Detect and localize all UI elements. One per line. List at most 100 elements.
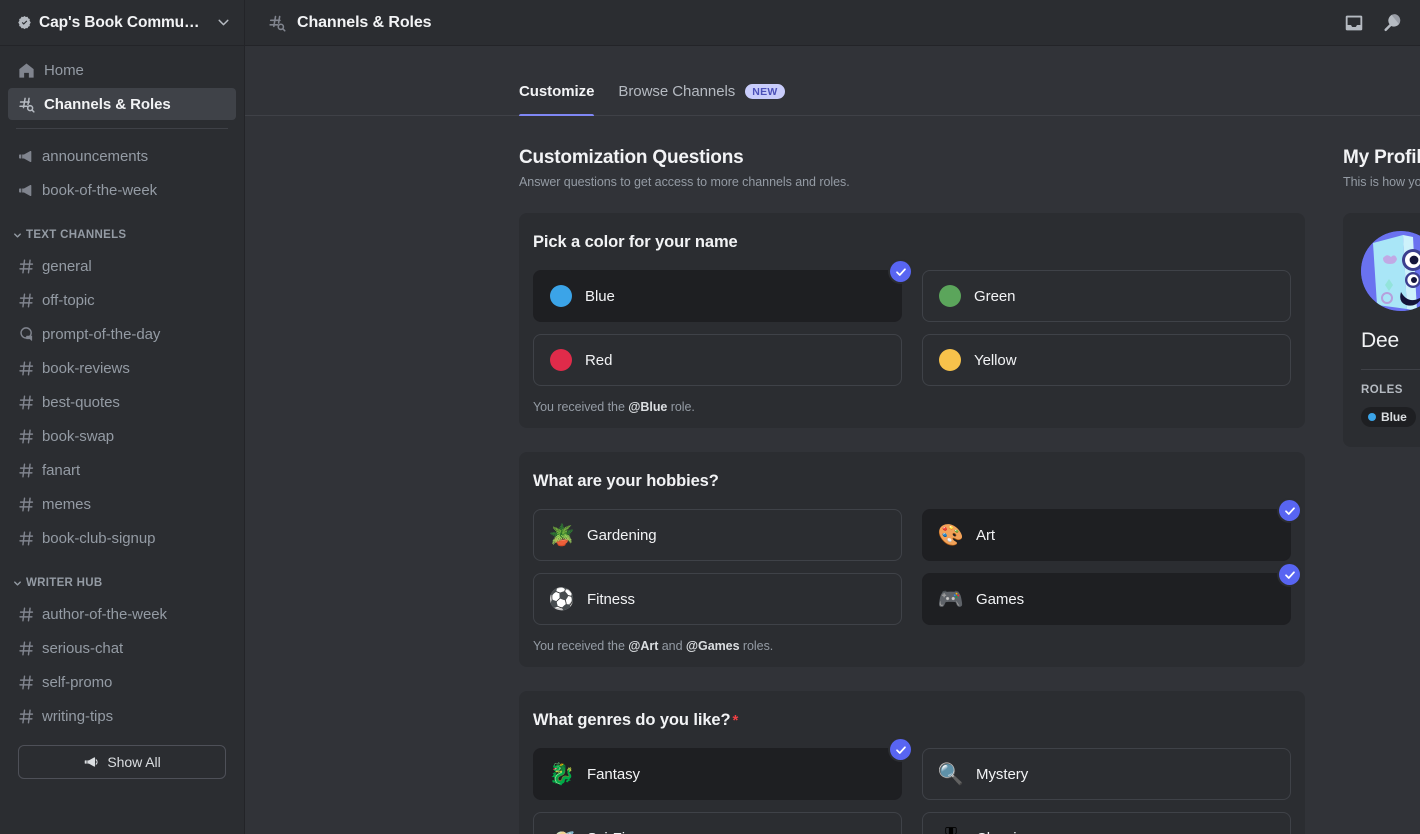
sidebar-item-label: Home xyxy=(44,61,84,79)
profile-card: Dee ROLES Blue Art xyxy=(1343,213,1420,447)
option-yellow[interactable]: Yellow xyxy=(922,334,1291,386)
option-red[interactable]: Red xyxy=(533,334,902,386)
top-bar: Cap's Book Community Channels & Roles xyxy=(0,0,1420,46)
sidebar-channel-book-club-signup[interactable]: book-club-signup xyxy=(8,521,236,555)
hash-icon xyxy=(16,638,36,658)
channel-label: best-quotes xyxy=(42,393,120,411)
inbox-icon[interactable] xyxy=(1343,12,1365,34)
question-title-text: What are your hobbies? xyxy=(533,472,719,490)
option-blue[interactable]: Blue xyxy=(533,261,911,322)
sidebar-item-home[interactable]: Home xyxy=(8,54,236,86)
help-magnifier-icon[interactable] xyxy=(1381,11,1404,34)
sidebar-channel-self-promo[interactable]: self-promo xyxy=(8,665,236,699)
hash-icon xyxy=(16,290,36,310)
hash-icon xyxy=(16,672,36,692)
top-bar-actions xyxy=(1343,11,1404,34)
sidebar-channel-author-of-the-week[interactable]: author-of-the-week xyxy=(8,597,236,631)
sidebar-channel-memes[interactable]: memes xyxy=(8,487,236,521)
channel-label: serious-chat xyxy=(42,639,124,657)
sidebar-item-channels-and-roles[interactable]: Channels & Roles xyxy=(8,88,236,120)
option-label: Sci-Fi xyxy=(587,830,625,834)
channels-and-roles-icon xyxy=(16,94,36,114)
main-panel: Customize Browse Channels NEW Customizat… xyxy=(245,46,1420,834)
channel-label: book-swap xyxy=(42,427,115,445)
category-header-writer-hub[interactable]: WRITER HUB xyxy=(8,569,236,597)
check-icon xyxy=(890,739,911,760)
role-note-prefix: You received the xyxy=(533,400,629,414)
role-note: You received the @Blue role. xyxy=(533,400,1291,414)
channel-label: fanart xyxy=(42,461,81,479)
sidebar-channel-book-swap[interactable]: book-swap xyxy=(8,419,236,453)
channel-label: announcements xyxy=(42,147,149,165)
option-label: Blue xyxy=(585,287,615,305)
channel-label: memes xyxy=(42,495,91,513)
sidebar-scroll-area[interactable]: Home Channels & Roles announcements book… xyxy=(0,54,244,834)
question-title-text: What genres do you like? xyxy=(533,711,731,729)
sidebar-channel-writing-tips[interactable]: writing-tips xyxy=(8,699,236,733)
color-swatch-yellow xyxy=(939,349,961,371)
sidebar-channel-off-topic[interactable]: off-topic xyxy=(8,283,236,317)
server-name: Cap's Book Community xyxy=(39,13,208,31)
sidebar-item-label: Channels & Roles xyxy=(44,95,171,113)
option-label: Yellow xyxy=(974,351,1017,369)
tab-label: Browse Channels xyxy=(618,83,736,100)
sidebar-channel-best-quotes[interactable]: best-quotes xyxy=(8,385,236,419)
option-label: Fantasy xyxy=(587,765,641,783)
hash-icon xyxy=(16,706,36,726)
sidebar-channel-serious-chat[interactable]: serious-chat xyxy=(8,631,236,665)
option-art[interactable]: 🎨 Art xyxy=(922,500,1300,561)
avatar xyxy=(1361,231,1420,311)
role-chip-list: Blue Art Games xyxy=(1361,407,1420,427)
tab-label: Customize xyxy=(519,83,595,100)
option-mystery[interactable]: 🔍 Mystery xyxy=(922,748,1291,800)
sidebar-channel-book-of-the-week[interactable]: book-of-the-week xyxy=(8,173,236,207)
option-classics[interactable]: 🎖 Classics xyxy=(922,812,1291,834)
sidebar-channel-book-reviews[interactable]: book-reviews xyxy=(8,351,236,385)
tab-browse-channels[interactable]: Browse Channels NEW xyxy=(618,83,785,115)
check-icon xyxy=(890,261,911,282)
sidebar-channel-general[interactable]: general xyxy=(8,249,236,283)
option-fantasy[interactable]: 🐉 Fantasy xyxy=(533,739,911,800)
channel-label: writing-tips xyxy=(42,707,114,725)
role-mention: @Art xyxy=(628,639,659,653)
profile-column: My Profile This is how you'll look to ot… xyxy=(1343,147,1420,834)
server-header[interactable]: Cap's Book Community xyxy=(0,0,245,45)
question-title-text: Pick a color for your name xyxy=(533,233,738,251)
show-all-label: Show All xyxy=(107,754,161,770)
sidebar-channel-prompt-of-the-day[interactable]: prompt-of-the-day xyxy=(8,317,236,351)
role-mention: @Games xyxy=(685,639,740,653)
hash-icon xyxy=(16,392,36,412)
option-label: Classics xyxy=(976,830,1032,834)
category-header-text-channels[interactable]: TEXT CHANNELS xyxy=(8,221,236,249)
home-icon xyxy=(16,60,36,80)
option-label: Green xyxy=(974,287,1016,305)
channel-label: author-of-the-week xyxy=(42,605,167,623)
megaphone-icon xyxy=(16,146,36,166)
tab-customize[interactable]: Customize xyxy=(519,83,595,116)
role-chip-label: Blue xyxy=(1381,410,1407,424)
option-gardening[interactable]: 🪴 Gardening xyxy=(533,509,902,561)
sidebar-channel-announcements[interactable]: announcements xyxy=(8,139,236,173)
potted-plant-icon: 🪴 xyxy=(548,523,576,547)
chevron-down-icon[interactable] xyxy=(215,14,232,31)
forum-icon xyxy=(16,324,36,344)
hash-icon xyxy=(16,358,36,378)
palette-icon: 🎨 xyxy=(937,523,965,547)
magnifying-glass-icon: 🔍 xyxy=(937,762,965,786)
megaphone-icon xyxy=(83,754,99,770)
chevron-down-icon xyxy=(12,230,23,241)
sidebar-channel-fanart[interactable]: fanart xyxy=(8,453,236,487)
option-label: Red xyxy=(585,351,613,369)
question-title: What genres do you like? * xyxy=(533,711,1291,730)
show-all-button[interactable]: Show All xyxy=(18,745,226,779)
game-controller-icon: 🎮 xyxy=(937,587,965,611)
option-grid: Blue Green Red Yellow xyxy=(533,261,1291,386)
question-title: What are your hobbies? xyxy=(533,472,1291,491)
app-root: Cap's Book Community Channels & Roles Ho… xyxy=(0,0,1420,834)
option-green[interactable]: Green xyxy=(922,270,1291,322)
channel-label: self-promo xyxy=(42,673,113,691)
option-games[interactable]: 🎮 Games xyxy=(922,564,1300,625)
option-grid: 🐉 Fantasy 🔍 Mystery xyxy=(533,739,1291,834)
option-sci-fi[interactable]: 🪐 Sci-Fi xyxy=(533,812,902,834)
option-fitness[interactable]: ⚽ Fitness xyxy=(533,573,902,625)
